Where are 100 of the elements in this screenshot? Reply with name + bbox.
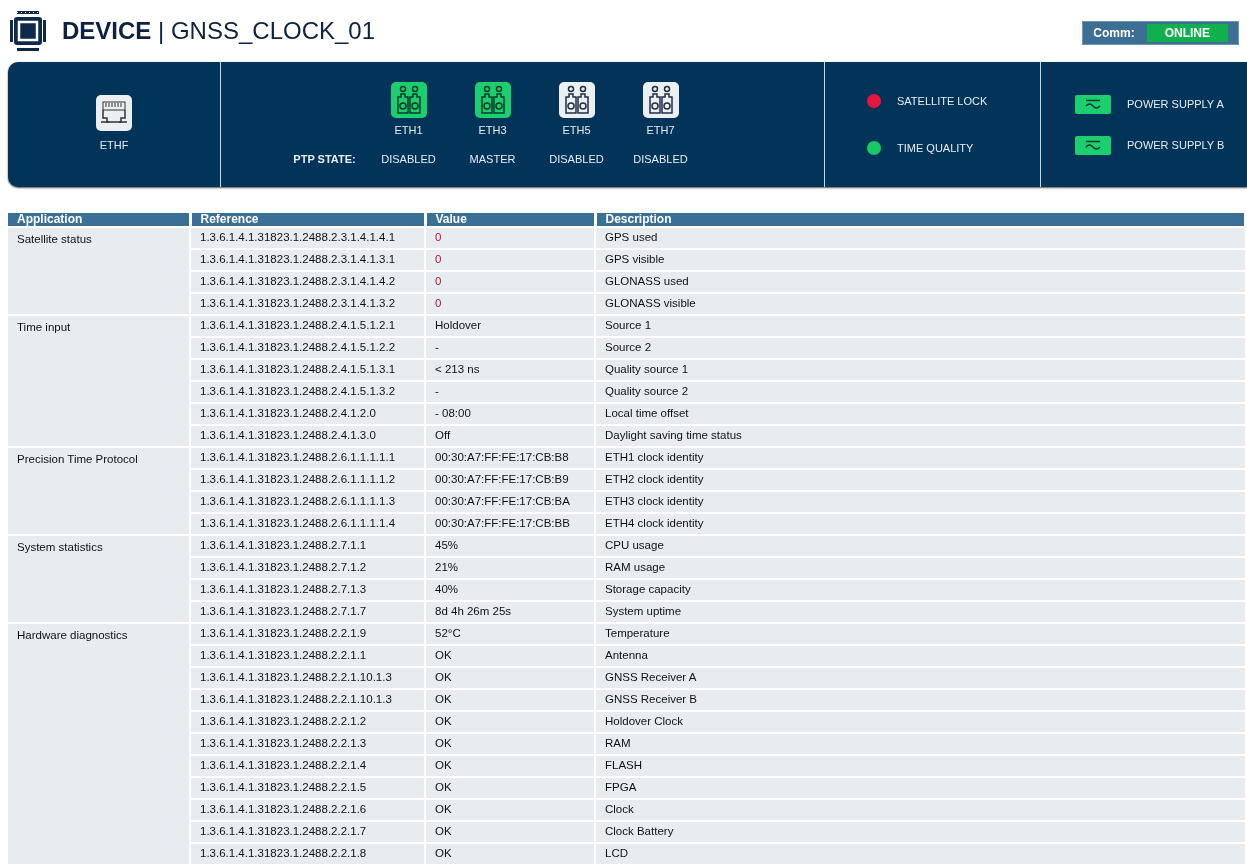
description-cell: System uptime [595,601,1246,623]
value-cell: Holdover [425,315,595,337]
value-cell: - 08:00 [425,403,595,425]
value-cell: 0 [425,227,595,249]
application-cell: Hardware diagnostics [8,623,190,865]
description-cell: Clock Battery [595,821,1246,843]
description-cell: LCD [595,843,1246,865]
description-cell: ETH3 clock identity [595,491,1246,513]
description-cell: Source 2 [595,337,1246,359]
reference-cell: 1.3.6.1.4.1.31823.1.2488.2.6.1.1.1.1.4 [190,513,425,535]
value-cell: 40% [425,579,595,601]
comm-status: ONLINE [1146,24,1228,42]
ptp-state-label: PTP STATE: [293,151,356,167]
value-cell: < 213 ns [425,359,595,381]
description-cell: Temperature [595,623,1246,645]
value-cell: OK [425,667,595,689]
device-title: DEVICE | GNSS_CLOCK_01 [62,16,376,46]
description-cell: Storage capacity [595,579,1246,601]
reference-cell: 1.3.6.1.4.1.31823.1.2488.2.2.1.4 [190,755,425,777]
value-cell: OK [425,711,595,733]
reference-cell: 1.3.6.1.4.1.31823.1.2488.2.6.1.1.1.1.2 [190,469,425,491]
comm-label: Comm: [1093,25,1135,42]
application-cell: Time input [8,315,190,447]
description-cell: Local time offset [595,403,1246,425]
value-cell: - [425,337,595,359]
reference-cell: 1.3.6.1.4.1.31823.1.2488.2.7.1.7 [190,601,425,623]
value-cell: OK [425,755,595,777]
application-cell: Precision Time Protocol [8,447,190,535]
value-cell: 00:30:A7:FF:FE:17:CB:B8 [425,447,595,469]
column-header: Application [8,213,190,227]
port-label: ETH3 [478,123,507,138]
indicator-label: TIME QUALITY [897,140,974,156]
description-cell: Quality source 2 [595,381,1246,403]
reference-cell: 1.3.6.1.4.1.31823.1.2488.2.3.1.4.1.4.1 [190,227,425,249]
application-cell: System statistics [8,535,190,623]
value-cell: 21% [425,557,595,579]
value-cell: OK [425,799,595,821]
reference-cell: 1.3.6.1.4.1.31823.1.2488.2.4.1.5.1.2.1 [190,315,425,337]
value-cell: OK [425,689,595,711]
value-cell: OK [425,777,595,799]
description-cell: Antenna [595,645,1246,667]
reference-cell: 1.3.6.1.4.1.31823.1.2488.2.6.1.1.1.1.1 [190,447,425,469]
description-cell: GLONASS used [595,271,1246,293]
reference-cell: 1.3.6.1.4.1.31823.1.2488.2.4.1.5.1.3.1 [190,359,425,381]
reference-cell: 1.3.6.1.4.1.31823.1.2488.2.2.1.8 [190,843,425,865]
value-cell: 00:30:A7:FF:FE:17:CB:BA [425,491,595,513]
description-cell: ETH1 clock identity [595,447,1246,469]
value-cell: 8d 4h 26m 25s [425,601,595,623]
power-supply-label: POWER SUPPLY A [1127,96,1224,112]
value-cell: 00:30:A7:FF:FE:17:CB:BB [425,513,595,535]
reference-cell: 1.3.6.1.4.1.31823.1.2488.2.4.1.5.1.3.2 [190,381,425,403]
description-cell: GNSS Receiver B [595,689,1246,711]
description-cell: ETH4 clock identity [595,513,1246,535]
reference-cell: 1.3.6.1.4.1.31823.1.2488.2.2.1.1 [190,645,425,667]
port-label: ETHF [99,138,129,154]
value-cell: 52°C [425,623,595,645]
reference-cell: 1.3.6.1.4.1.31823.1.2488.2.2.1.5 [190,777,425,799]
description-cell: Holdover Clock [595,711,1246,733]
port-label: ETH5 [562,123,591,138]
reference-cell: 1.3.6.1.4.1.31823.1.2488.2.7.1.1 [190,535,425,557]
value-cell: 0 [425,293,595,315]
ptp-state: DISABLED [381,151,436,167]
value-cell: OK [425,821,595,843]
power-supply-label: POWER SUPPLY B [1127,137,1225,153]
description-cell: GPS visible [595,249,1246,271]
ptp-state: DISABLED [633,151,688,167]
value-cell: 45% [425,535,595,557]
reference-cell: 1.3.6.1.4.1.31823.1.2488.2.2.1.2 [190,711,425,733]
description-cell: RAM [595,733,1246,755]
port-label: ETH1 [394,123,423,138]
chip-icon [10,11,46,51]
description-cell: Clock [595,799,1246,821]
reference-cell: 1.3.6.1.4.1.31823.1.2488.2.4.1.5.1.2.2 [190,337,425,359]
port-label: ETH7 [646,123,675,138]
reference-cell: 1.3.6.1.4.1.31823.1.2488.2.2.1.9 [190,623,425,645]
reference-cell: 1.3.6.1.4.1.31823.1.2488.2.4.1.2.0 [190,403,425,425]
reference-cell: 1.3.6.1.4.1.31823.1.2488.2.7.1.3 [190,579,425,601]
ethernet-port-icon [96,95,132,132]
column-header: Value [425,213,595,227]
ptp-state: MASTER [469,151,516,167]
description-cell: GNSS Receiver A [595,667,1246,689]
reference-cell: 1.3.6.1.4.1.31823.1.2488.2.3.1.4.1.3.2 [190,293,425,315]
application-cell: Satellite status [8,227,190,315]
reference-cell: 1.3.6.1.4.1.31823.1.2488.2.3.1.4.1.3.1 [190,249,425,271]
description-cell: FLASH [595,755,1246,777]
description-cell: Quality source 1 [595,359,1246,381]
description-cell: RAM usage [595,557,1246,579]
value-cell: Off [425,425,595,447]
reference-cell: 1.3.6.1.4.1.31823.1.2488.2.2.1.6 [190,799,425,821]
description-cell: FPGA [595,777,1246,799]
reference-cell: 1.3.6.1.4.1.31823.1.2488.2.2.1.10.1.3 [190,667,425,689]
reference-cell: 1.3.6.1.4.1.31823.1.2488.2.2.1.7 [190,821,425,843]
reference-cell: 1.3.6.1.4.1.31823.1.2488.2.7.1.2 [190,557,425,579]
value-cell: OK [425,733,595,755]
value-cell: 0 [425,271,595,293]
value-cell: 0 [425,249,595,271]
reference-cell: 1.3.6.1.4.1.31823.1.2488.2.2.1.10.1.3 [190,689,425,711]
value-cell: OK [425,645,595,667]
value-cell: OK [425,843,595,865]
reference-cell: 1.3.6.1.4.1.31823.1.2488.2.6.1.1.1.1.3 [190,491,425,513]
